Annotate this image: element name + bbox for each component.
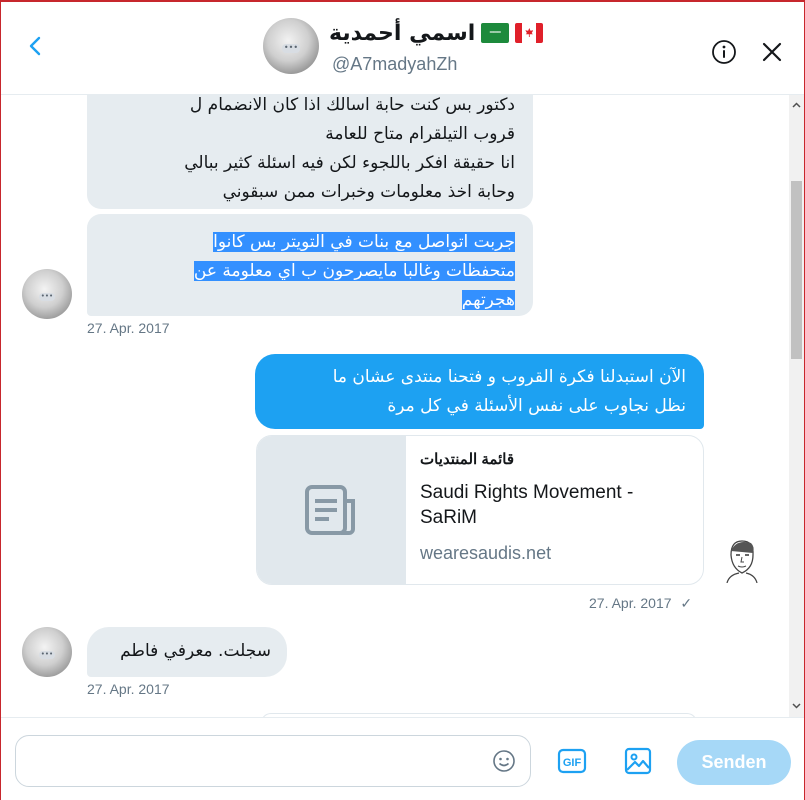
selected-text: هجرتهم (461, 290, 515, 310)
card-text: قائمة المنتديات Saudi Rights Movement - … (405, 436, 703, 584)
canada-flag-icon (515, 23, 544, 43)
card-thumbnail (257, 436, 405, 584)
document-icon (305, 485, 355, 535)
link-preview-card[interactable]: قائمة المنتديات Saudi Rights Movement - … (256, 435, 704, 585)
back-arrow-icon[interactable] (21, 32, 49, 60)
gif-button[interactable]: GIF (557, 748, 587, 774)
message-line: نظل نجاوب على نفس الأسئلة في كل مرة (387, 396, 686, 416)
message-line: قروب التيلقرام متاح للعامة (325, 124, 515, 144)
timestamp-text: 27. Apr. 2017 (589, 595, 672, 611)
selected-text: جربت اتواصل مع بنات في التويتر بس كانوا (213, 232, 515, 252)
card-domain: wearesaudis.net (420, 543, 552, 563)
message-line: متحفظات وغالبا مايصرحون ب اي معلومة عن (101, 257, 515, 286)
sent-check-icon: ✓ (680, 595, 693, 611)
message-input[interactable] (15, 735, 531, 787)
message-line: جربت اتواصل مع بنات في التويتر بس كانوا (101, 228, 515, 257)
avatar-badge: ••• (39, 650, 55, 659)
message-composer: GIF Senden (1, 717, 804, 800)
card-title: قائمة المنتديات (420, 451, 514, 468)
scroll-down-icon[interactable] (792, 701, 801, 710)
my-avatar[interactable] (721, 535, 763, 583)
conversation-scrollbar[interactable] (789, 95, 804, 717)
message-list[interactable]: دكتور بس كنت حابة اسالك اذا كان الانضمام… (1, 95, 789, 717)
message-timestamp: 27. Apr. 2017 ✓ (589, 595, 692, 612)
sender-avatar[interactable]: ••• (22, 269, 72, 319)
message-line: وحابة اخذ معلومات وخبرات ممن سبقوني (222, 182, 515, 202)
outgoing-message-bubble[interactable]: الآن استبدلنا فكرة القروب و فتحنا منتدى … (255, 354, 704, 429)
sender-avatar[interactable]: ••• (22, 627, 72, 677)
message-line: انا حقيقة افكر باللجوء لكن فيه اسئلة كثي… (184, 153, 515, 173)
header-name-row: اسمي أحمدية ═══ (329, 18, 544, 48)
gif-icon: GIF (557, 748, 587, 774)
close-icon[interactable] (759, 39, 785, 65)
card-description: Saudi Rights Movement - SaRiM (420, 482, 634, 528)
message-line: هجرتهم (101, 286, 515, 315)
scrollbar-thumb[interactable] (791, 181, 802, 359)
saudi-flag-icon: ═══ (481, 23, 510, 43)
conversation-header: ••• اسمي أحمدية ═══ @A7madyahZh (1, 2, 804, 95)
emoji-icon[interactable] (492, 749, 516, 773)
selected-text: متحفظات وغالبا مايصرحون ب اي معلومة عن (193, 261, 515, 281)
send-button[interactable]: Senden (677, 740, 791, 785)
incoming-message-bubble[interactable]: سجلت. معرفي فاطم (87, 627, 287, 677)
display-name[interactable]: اسمي أحمدية (329, 21, 475, 46)
message-line: دكتور بس كنت حابة اسالك اذا كان الانضمام… (189, 95, 515, 115)
avatar-badge: ••• (282, 43, 300, 53)
header-avatar[interactable]: ••• (263, 18, 319, 74)
info-icon[interactable] (711, 39, 737, 65)
scroll-up-icon[interactable] (792, 101, 801, 110)
avatar-badge: ••• (39, 292, 55, 301)
message-line: الآن استبدلنا فكرة القروب و فتحنا منتدى … (332, 367, 686, 387)
gif-label: GIF (563, 757, 582, 769)
screen-name[interactable]: @A7madyahZh (332, 54, 457, 75)
message-timestamp: 27. Apr. 2017 (87, 320, 170, 336)
incoming-message-bubble[interactable]: جربت اتواصل مع بنات في التويتر بس كانوا … (87, 214, 533, 316)
incoming-message-bubble[interactable]: دكتور بس كنت حابة اسالك اذا كان الانضمام… (87, 95, 533, 209)
dm-window: ••• اسمي أحمدية ═══ @A7madyahZh دكتور بس… (0, 0, 805, 800)
message-timestamp: 27. Apr. 2017 (87, 681, 170, 697)
message-text: سجلت. معرفي فاطم (120, 641, 271, 661)
image-icon[interactable] (623, 746, 653, 776)
